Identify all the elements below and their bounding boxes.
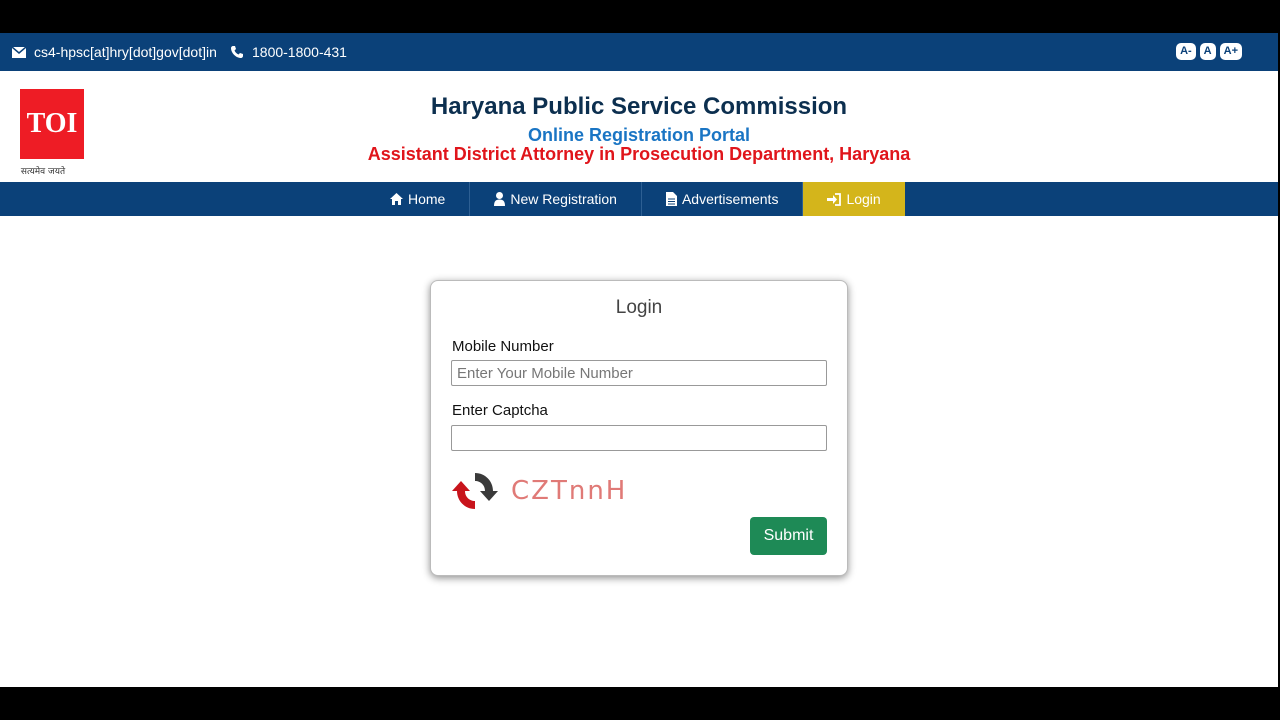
post-title: Assistant District Attorney in Prosecuti… — [367, 144, 911, 164]
captcha-input[interactable] — [451, 425, 827, 451]
nav-item-label: Advertisements — [681, 191, 779, 207]
refresh-captcha-icon[interactable] — [451, 469, 499, 513]
email-contact: cs4-hpsc[at]hry[dot]gov[dot]in — [12, 44, 217, 60]
mobile-number-input[interactable] — [451, 360, 827, 386]
captcha-label: Enter Captcha — [452, 402, 548, 419]
font-reset-button[interactable]: A — [1199, 43, 1216, 60]
portal-subtitle: Online Registration Portal — [527, 125, 751, 145]
login-card: Login Mobile Number Enter Captcha CZTnnH… — [430, 280, 848, 576]
phone-contact: 1800-1800-431 — [230, 44, 347, 60]
page-title: Haryana Public Service Commission — [430, 93, 848, 120]
home-icon — [390, 193, 403, 205]
phone-text: 1800-1800-431 — [252, 44, 347, 60]
nav-item-login[interactable]: Login — [803, 182, 905, 216]
captcha-image-text: CZTnnH — [511, 476, 628, 506]
phone-icon — [231, 46, 243, 58]
mobile-number-label: Mobile Number — [452, 338, 554, 355]
email-text: cs4-hpsc[at]hry[dot]gov[dot]in — [34, 44, 217, 60]
nav-item-label: Home — [408, 191, 446, 207]
font-size-controls: A- A A+ — [1176, 43, 1242, 60]
nav-items: Home New Registration Advertisements Log… — [366, 182, 905, 216]
sign-in-icon — [827, 192, 842, 206]
site-header: सत्यमेव जयते TOI Haryana Public Service … — [0, 71, 1278, 182]
page-frame: cs4-hpsc[at]hry[dot]gov[dot]in 1800-1800… — [0, 33, 1278, 687]
main-nav: Home New Registration Advertisements Log… — [0, 182, 1278, 216]
captcha-row: CZTnnH — [451, 469, 627, 513]
nav-item-advertisements[interactable]: Advertisements — [642, 182, 804, 216]
emblem-motto: सत्यमेव जयते — [21, 165, 66, 177]
submit-button[interactable]: Submit — [750, 517, 827, 555]
top-info-bar: cs4-hpsc[at]hry[dot]gov[dot]in 1800-1800… — [0, 33, 1278, 71]
nav-item-new-registration[interactable]: New Registration — [470, 182, 642, 216]
font-increase-button[interactable]: A+ — [1219, 43, 1242, 60]
user-icon — [494, 192, 506, 206]
nav-item-home[interactable]: Home — [366, 182, 471, 216]
nav-item-label: Login — [846, 191, 881, 207]
envelope-icon — [12, 46, 26, 58]
login-title: Login — [615, 297, 663, 318]
font-decrease-button[interactable]: A- — [1176, 43, 1196, 60]
nav-item-label: New Registration — [510, 191, 617, 207]
document-icon — [665, 192, 677, 206]
